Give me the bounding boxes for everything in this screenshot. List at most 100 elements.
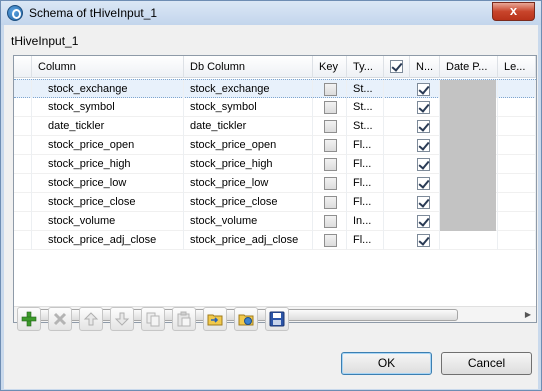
key-cell[interactable] xyxy=(313,98,347,117)
table-row[interactable]: stock_price_low stock_price_low Fl... xyxy=(14,174,536,193)
type-cell[interactable]: Fl... xyxy=(347,174,384,193)
key-checkbox[interactable] xyxy=(324,177,337,190)
paste-button[interactable] xyxy=(172,307,196,331)
column-cell[interactable]: stock_price_open xyxy=(32,136,184,155)
nullable-cell[interactable] xyxy=(384,155,440,174)
type-cell[interactable]: Fl... xyxy=(347,155,384,174)
key-cell[interactable] xyxy=(313,212,347,231)
date-pattern-cell[interactable] xyxy=(440,98,498,117)
type-cell[interactable]: Fl... xyxy=(347,193,384,212)
key-cell[interactable] xyxy=(313,80,347,99)
column-cell[interactable]: stock_price_close xyxy=(32,193,184,212)
date-pattern-cell[interactable] xyxy=(440,136,498,155)
length-cell[interactable] xyxy=(498,231,536,250)
key-checkbox[interactable] xyxy=(324,158,337,171)
column-cell[interactable]: stock_price_low xyxy=(32,174,184,193)
date-pattern-cell[interactable] xyxy=(440,80,498,99)
db-column-cell[interactable]: stock_price_low xyxy=(184,174,313,193)
table-row[interactable]: stock_price_high stock_price_high Fl... xyxy=(14,155,536,174)
copy-button[interactable] xyxy=(141,307,165,331)
nullable-checkbox[interactable] xyxy=(417,101,430,114)
nullable-checkbox[interactable] xyxy=(417,83,430,96)
save-schema-button[interactable] xyxy=(265,307,289,331)
key-cell[interactable] xyxy=(313,136,347,155)
column-cell[interactable]: stock_exchange xyxy=(32,80,184,99)
nullable-cell[interactable] xyxy=(384,117,440,136)
db-column-cell[interactable]: stock_price_open xyxy=(184,136,313,155)
header-length[interactable]: Le... xyxy=(498,56,536,78)
header-date-pattern[interactable]: Date P... xyxy=(440,56,498,78)
nullable-checkbox[interactable] xyxy=(417,177,430,190)
db-column-cell[interactable]: date_tickler xyxy=(184,117,313,136)
key-cell[interactable] xyxy=(313,155,347,174)
type-cell[interactable]: St... xyxy=(347,80,384,99)
key-checkbox[interactable] xyxy=(324,120,337,133)
key-checkbox[interactable] xyxy=(324,215,337,228)
key-cell[interactable] xyxy=(313,117,347,136)
table-row[interactable]: stock_price_close stock_price_close Fl... xyxy=(14,193,536,212)
close-button[interactable]: x xyxy=(492,2,535,21)
table-row[interactable]: stock_exchange stock_exchange St... xyxy=(14,79,536,99)
table-row[interactable]: stock_volume stock_volume In... xyxy=(14,212,536,231)
scroll-right-icon[interactable]: ▶ xyxy=(520,307,536,322)
header-column[interactable]: Column xyxy=(32,56,184,78)
length-cell[interactable] xyxy=(498,136,536,155)
db-column-cell[interactable]: stock_price_adj_close xyxy=(184,231,313,250)
nullable-checkbox[interactable] xyxy=(417,215,430,228)
type-cell[interactable]: St... xyxy=(347,98,384,117)
nullable-checkbox[interactable] xyxy=(417,139,430,152)
nullable-cell[interactable] xyxy=(384,212,440,231)
check-all-checkbox[interactable] xyxy=(390,60,403,73)
header-nullable[interactable]: N... xyxy=(410,56,440,78)
export-schema-button[interactable] xyxy=(234,307,258,331)
db-column-cell[interactable]: stock_exchange xyxy=(184,80,313,99)
nullable-checkbox[interactable] xyxy=(417,158,430,171)
db-column-cell[interactable]: stock_symbol xyxy=(184,98,313,117)
nullable-cell[interactable] xyxy=(384,193,440,212)
nullable-cell[interactable] xyxy=(384,98,440,117)
length-cell[interactable] xyxy=(498,193,536,212)
key-cell[interactable] xyxy=(313,193,347,212)
date-pattern-cell[interactable] xyxy=(440,117,498,136)
nullable-checkbox[interactable] xyxy=(417,234,430,247)
key-checkbox[interactable] xyxy=(324,101,337,114)
db-column-cell[interactable]: stock_price_high xyxy=(184,155,313,174)
move-down-button[interactable] xyxy=(110,307,134,331)
nullable-checkbox[interactable] xyxy=(417,196,430,209)
column-cell[interactable]: stock_price_adj_close xyxy=(32,231,184,250)
title-bar[interactable]: Schema of tHiveInput_1 x xyxy=(1,1,541,25)
nullable-checkbox[interactable] xyxy=(417,120,430,133)
column-cell[interactable]: stock_volume xyxy=(32,212,184,231)
cancel-button[interactable]: Cancel xyxy=(441,352,532,375)
length-cell[interactable] xyxy=(498,98,536,117)
date-pattern-cell[interactable] xyxy=(440,231,498,250)
length-cell[interactable] xyxy=(498,174,536,193)
nullable-cell[interactable] xyxy=(384,174,440,193)
import-schema-button[interactable] xyxy=(203,307,227,331)
key-cell[interactable] xyxy=(313,174,347,193)
move-up-button[interactable] xyxy=(79,307,103,331)
header-nullable-checkall[interactable] xyxy=(384,56,410,78)
length-cell[interactable] xyxy=(498,117,536,136)
length-cell[interactable] xyxy=(498,155,536,174)
length-cell[interactable] xyxy=(498,212,536,231)
nullable-cell[interactable] xyxy=(384,136,440,155)
type-cell[interactable]: In... xyxy=(347,212,384,231)
remove-row-button[interactable] xyxy=(48,307,72,331)
nullable-cell[interactable] xyxy=(384,80,440,99)
table-row[interactable]: stock_price_adj_close stock_price_adj_clo… xyxy=(14,231,536,250)
nullable-cell[interactable] xyxy=(384,231,440,250)
add-row-button[interactable] xyxy=(17,307,41,331)
length-cell[interactable] xyxy=(498,80,536,99)
db-column-cell[interactable]: stock_price_close xyxy=(184,193,313,212)
column-cell[interactable]: stock_symbol xyxy=(32,98,184,117)
date-pattern-cell[interactable] xyxy=(440,155,498,174)
type-cell[interactable]: Fl... xyxy=(347,231,384,250)
key-checkbox[interactable] xyxy=(324,83,337,96)
ok-button[interactable]: OK xyxy=(341,352,432,375)
date-pattern-cell[interactable] xyxy=(440,212,498,231)
column-cell[interactable]: stock_price_high xyxy=(32,155,184,174)
date-pattern-cell[interactable] xyxy=(440,193,498,212)
type-cell[interactable]: Fl... xyxy=(347,136,384,155)
type-cell[interactable]: St... xyxy=(347,117,384,136)
